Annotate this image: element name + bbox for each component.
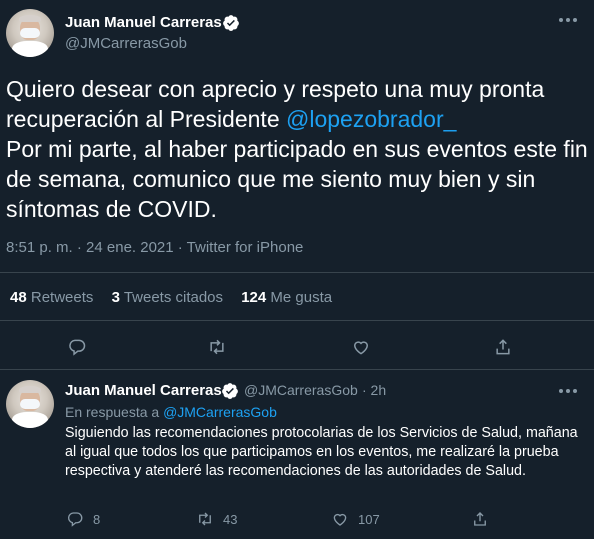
reply-count: 8: [93, 511, 101, 527]
share-button[interactable]: [471, 510, 489, 528]
reply-icon: [67, 512, 83, 527]
divider: [0, 272, 594, 273]
retweets-stat[interactable]: 48 Retweets: [10, 289, 93, 306]
tweet-stats: 48 Retweets 3 Tweets citados 124 Me gust…: [10, 289, 346, 306]
author-name[interactable]: Juan Manuel Carreras: [65, 14, 222, 31]
reply-author-handle[interactable]: @JMCarrerasGob: [244, 382, 358, 398]
reply-button[interactable]: 8: [66, 510, 100, 528]
retweet-icon[interactable]: [206, 336, 228, 358]
author-handle[interactable]: @JMCarrerasGob: [65, 35, 187, 52]
avatar[interactable]: [6, 9, 54, 57]
more-icon[interactable]: [557, 381, 579, 406]
reply-icon[interactable]: [66, 336, 88, 358]
like-count: 107: [358, 511, 380, 527]
reply-time[interactable]: · 2h: [362, 382, 386, 398]
share-icon: [474, 512, 486, 526]
more-icon[interactable]: [557, 10, 579, 35]
divider: [0, 369, 594, 370]
share-icon[interactable]: [492, 336, 514, 358]
retweet-count: 43: [223, 511, 238, 527]
avatar[interactable]: [6, 380, 54, 428]
tweet-text-part2: Por mi parte, al haber participado en su…: [6, 136, 588, 222]
likes-stat[interactable]: 124 Me gusta: [241, 289, 332, 306]
tweet-text-part1: Quiero desear con aprecio y respeto una …: [6, 76, 545, 132]
heart-icon[interactable]: [350, 336, 372, 358]
in-reply-to-prefix: En respuesta a: [65, 404, 164, 420]
in-reply-to: En respuesta a @JMCarrerasGob: [65, 404, 277, 420]
in-reply-to-handle[interactable]: @JMCarrerasGob: [163, 404, 277, 420]
quotes-stat[interactable]: 3 Tweets citados: [112, 289, 223, 306]
like-button[interactable]: 107: [331, 510, 380, 528]
verified-badge-icon: [222, 14, 240, 37]
tweet-meta[interactable]: 8:51 p. m. · 24 ene. 2021 · Twitter for …: [6, 239, 303, 256]
retweet-icon: [199, 512, 211, 526]
mention-link[interactable]: @lopezobrador_: [286, 106, 456, 132]
retweet-button[interactable]: 43: [196, 510, 237, 528]
verified-badge-icon: [221, 382, 239, 405]
heart-icon: [333, 513, 347, 526]
divider: [0, 320, 594, 321]
reply-author-name[interactable]: Juan Manuel Carreras: [65, 382, 222, 399]
tweet-text: Quiero desear con aprecio y respeto una …: [6, 74, 590, 224]
reply-text: Siguiendo las recomendaciones protocolar…: [65, 425, 578, 479]
